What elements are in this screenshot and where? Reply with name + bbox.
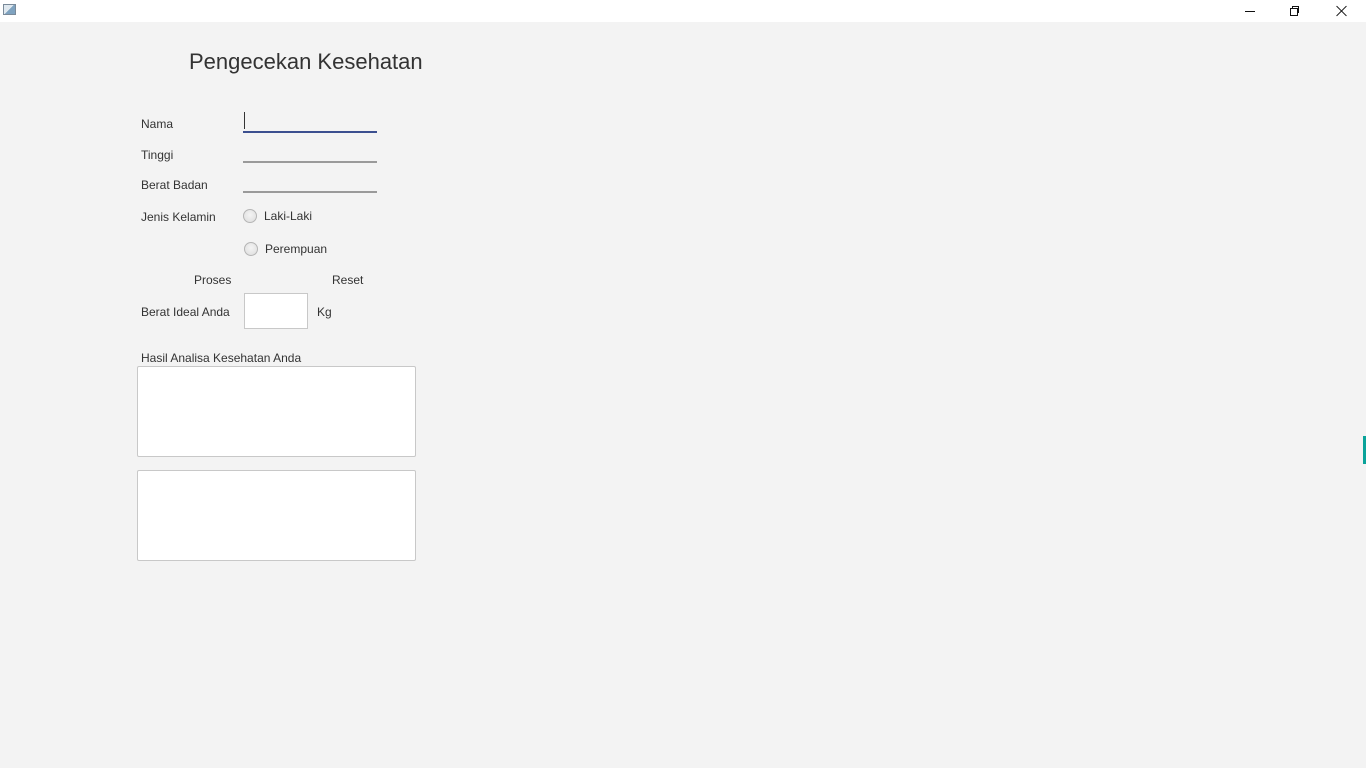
minimize-button[interactable] [1227,0,1273,22]
jenis-kelamin-label: Jenis Kelamin [141,210,216,224]
nama-input[interactable] [243,113,377,133]
radio-laki-laki[interactable]: Laki-Laki [243,209,312,223]
tinggi-label: Tinggi [141,148,174,162]
radio-circle[interactable] [244,242,258,256]
app-icon [3,4,16,15]
berat-ideal-label: Berat Ideal Anda [141,305,230,319]
text-caret [244,112,245,129]
berat-badan-input[interactable] [243,173,377,193]
restore-icon [1290,6,1300,16]
proses-button[interactable]: Proses [194,273,231,287]
title-bar[interactable] [0,0,1366,22]
nama-label: Nama [141,117,174,131]
reset-button[interactable]: Reset [332,273,363,287]
berat-ideal-output[interactable] [244,293,308,329]
app-window: Pengecekan Kesehatan Nama Tinggi Berat B… [0,0,1366,768]
hasil-analisa-label: Hasil Analisa Kesehatan Anda [141,351,302,365]
radio-circle[interactable] [243,209,257,223]
maximize-button[interactable] [1272,0,1318,22]
berat-badan-label: Berat Badan [141,178,208,192]
minimize-icon [1245,10,1255,12]
page-title: Pengecekan Kesehatan [189,49,423,74]
close-icon [1335,5,1347,17]
radio-laki-laki-label: Laki-Laki [264,209,313,223]
kg-unit-label: Kg [317,305,332,319]
analisa-textarea-1[interactable] [137,366,416,457]
tinggi-input[interactable] [243,143,377,163]
close-button[interactable] [1318,0,1364,22]
radio-perempuan-label: Perempuan [265,242,328,256]
analisa-textarea-2[interactable] [137,470,416,561]
radio-perempuan[interactable]: Perempuan [244,242,327,256]
